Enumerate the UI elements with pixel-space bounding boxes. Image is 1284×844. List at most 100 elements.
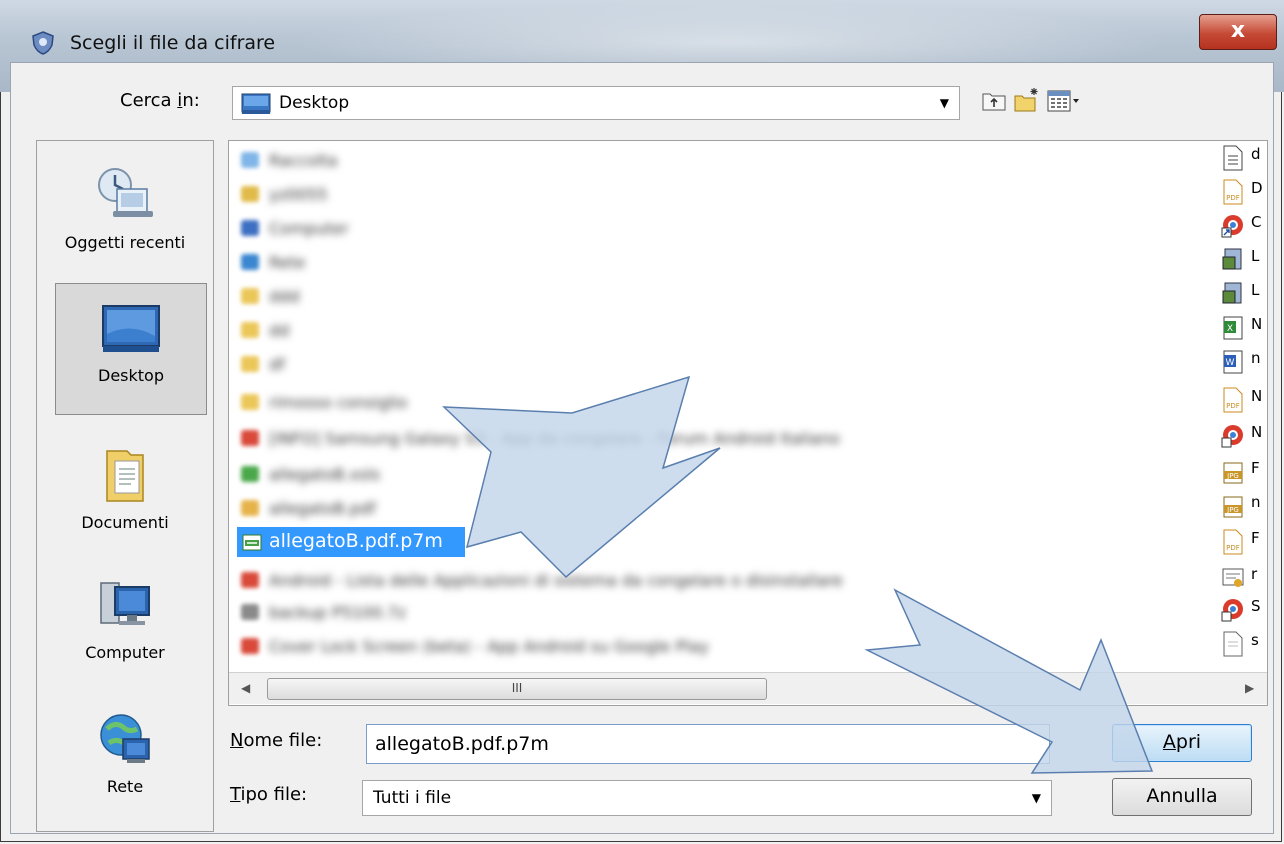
file-name: n [1251,349,1261,367]
list-item[interactable]: L [1221,281,1259,307]
file-name: D [1251,179,1263,197]
file-list[interactable]: Raccolta yz0055 Computer Rete ddd dd df … [228,140,1268,706]
list-item[interactable]: X N [1221,315,1262,341]
scroll-left-icon[interactable]: ◀ [241,681,250,695]
look-in-label: Cerca in: [120,90,200,111]
file-name: d [1251,145,1261,163]
file-name: N [1251,387,1263,405]
place-recent-items[interactable]: Oggetti recenti [37,163,213,295]
scroll-right-icon[interactable]: ▶ [1245,681,1254,695]
pdf-file-icon: PDF [1223,529,1243,555]
view-menu-icon[interactable] [1046,86,1082,114]
selected-file-name: allegatoB.pdf.p7m [269,530,443,552]
file-name: C [1251,213,1262,231]
list-item[interactable]: L [1221,247,1259,273]
installer-icon [1222,248,1242,270]
place-label: Documenti [81,513,169,532]
file-name: F [1251,459,1260,477]
file-name-label-rest: ome file: [243,730,323,751]
scrollbar-thumb[interactable]: III [267,678,767,700]
file-name: Cover Lock Screen (beta) - App Android s… [269,637,709,656]
svg-text:JPG: JPG [1226,472,1239,480]
selected-list-item[interactable]: allegatoB.pdf.p7m [237,527,465,557]
jpg-file-icon: JPG [1223,462,1243,484]
list-item[interactable]: d [1221,145,1261,171]
file-type-select[interactable]: Tutti i file ▼ [362,780,1052,816]
svg-text:PDF: PDF [1226,402,1240,410]
pdf-file-icon: PDF [1223,179,1243,205]
place-label: Computer [85,643,165,662]
horizontal-scrollbar[interactable]: ◀ III ▶ [229,672,1267,704]
file-name: s [1251,631,1259,649]
file-name-value: allegatoB.pdf.p7m [375,733,549,755]
file-name-input[interactable]: allegatoB.pdf.p7m [366,724,1050,764]
dialog-title: Scegli il file da cifrare [70,32,276,54]
pdf-file-icon: PDF [1223,387,1243,413]
file-name: N [1251,423,1263,441]
word-file-icon: W [1223,350,1243,374]
list-item[interactable]: PDF N [1221,387,1262,413]
documents-folder-icon [106,450,144,502]
file-name: r [1251,565,1258,583]
open-button[interactable]: Apri [1112,724,1252,762]
file-type-value: Tutti i file [373,788,452,808]
place-documents[interactable]: Documenti [37,443,213,575]
file-type-label: Tipo file: [230,784,307,805]
place-network[interactable]: Rete [37,707,213,839]
open-button-accel: A [1162,731,1176,753]
up-folder-icon[interactable] [980,86,1008,114]
list-item[interactable]: S [1221,597,1261,623]
place-computer[interactable]: Computer [37,573,213,705]
file-name: dd [269,321,290,340]
list-item[interactable]: C [1221,213,1261,239]
signed-file-icon [242,534,262,551]
list-item[interactable]: s [1221,631,1259,657]
file-type-label-accel: T [230,784,241,805]
chevron-down-icon[interactable]: ▼ [1032,791,1041,805]
excel-file-icon: X [1223,316,1243,340]
desktop-icon [102,305,160,352]
computer-icon [100,582,150,625]
blank-file-icon [1223,631,1243,657]
place-desktop[interactable]: Desktop [55,283,207,415]
file-name: Rete [269,253,306,272]
look-in-label-post: n: [182,90,200,111]
chevron-down-icon[interactable]: ▼ [940,96,949,110]
file-name: Android - Lista delle Applicazioni di si… [269,571,843,590]
svg-text:JPG: JPG [1226,506,1239,514]
file-name: [INFO] Samsung Galaxy S3 - App da congel… [269,429,840,448]
file-name: L [1251,281,1260,299]
place-label: Oggetti recenti [64,233,186,252]
chrome-shortcut-icon [1221,425,1243,448]
close-button[interactable]: x [1199,14,1277,50]
cancel-button[interactable]: Annulla [1112,778,1252,816]
list-item[interactable]: N [1221,423,1262,449]
file-type-label-rest: ipo file: [240,784,308,805]
look-in-combo[interactable]: Desktop ▼ [232,86,960,120]
look-in-label-pre: Cerca [120,90,178,111]
place-label: Desktop [98,366,164,385]
list-item[interactable]: PDF F [1221,529,1260,555]
file-name: allegatoB.xsls [269,465,381,484]
shield-icon [32,31,54,55]
jpg-file-icon: JPG [1223,496,1243,518]
installer-icon [1222,282,1242,304]
svg-text:W: W [1226,358,1235,368]
chrome-shortcut-icon [1221,599,1243,622]
file-name: n [1251,493,1261,511]
list-item[interactable]: JPG n [1221,493,1261,519]
list-item[interactable]: PDF D [1221,179,1263,205]
file-name: df [269,355,285,374]
file-name-label-accel: N [230,730,244,751]
scrollbar-grip: III [511,681,523,695]
list-item[interactable]: JPG F [1221,459,1260,485]
list-item[interactable]: r [1221,565,1257,591]
open-button-label: pri [1175,731,1202,753]
look-in-value: Desktop [279,93,350,113]
file-name: backup P5100.7z [269,603,406,622]
list-item[interactable]: W n [1221,349,1261,375]
file-name: F [1251,529,1260,547]
new-folder-icon[interactable] [1012,86,1040,114]
file-name: L [1251,247,1260,265]
file-name: Computer [269,219,349,238]
